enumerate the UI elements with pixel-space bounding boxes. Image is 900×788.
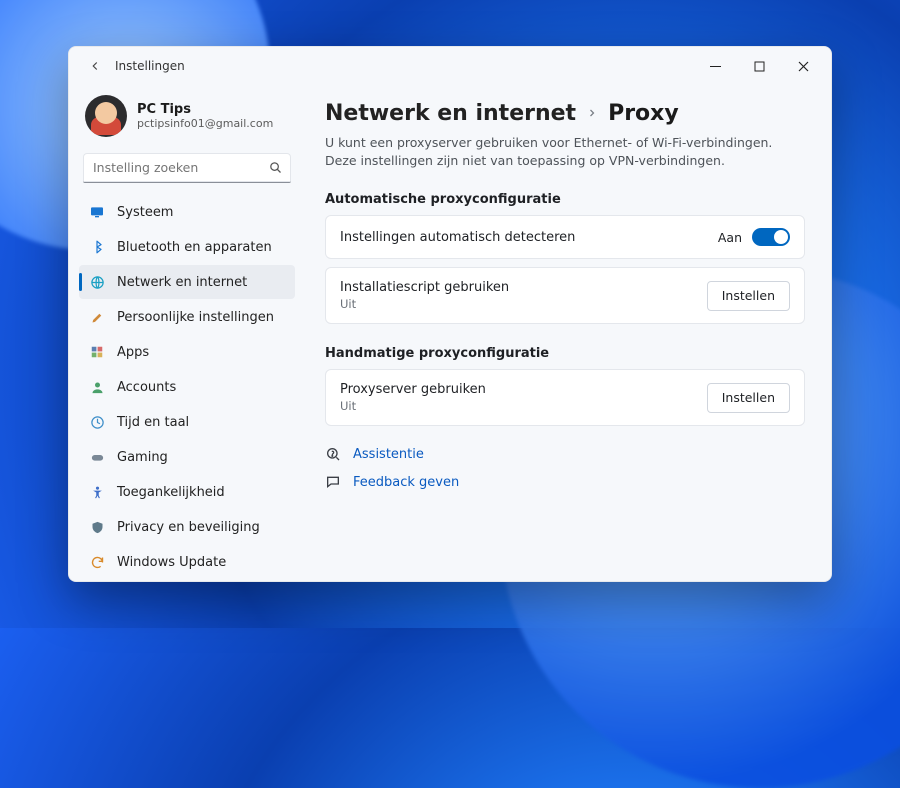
card-title: Installatiescript gebruiken xyxy=(340,280,509,295)
network-icon xyxy=(89,274,105,290)
help-link-label: Assistentie xyxy=(353,447,424,462)
sidebar-item-label: Systeem xyxy=(117,205,173,220)
sidebar: PC Tips pctipsinfo01@gmail.com Systeem B… xyxy=(69,85,305,581)
back-button[interactable] xyxy=(81,52,109,80)
manual-proxy-button[interactable]: Instellen xyxy=(707,383,790,413)
sidebar-item-accounts[interactable]: Accounts xyxy=(79,370,295,404)
bluetooth-icon xyxy=(89,239,105,255)
search-input[interactable] xyxy=(83,153,291,183)
window-title: Instellingen xyxy=(115,59,185,73)
feedback-icon xyxy=(325,474,341,490)
setup-script-button[interactable]: Instellen xyxy=(707,281,790,311)
card-title: Instellingen automatisch detecteren xyxy=(340,230,575,245)
profile-name: PC Tips xyxy=(137,102,273,117)
search-icon xyxy=(268,160,283,179)
card-state: Uit xyxy=(340,399,486,413)
sidebar-item-label: Persoonlijke instellingen xyxy=(117,310,274,325)
feedback-link[interactable]: Feedback geven xyxy=(325,474,805,490)
titlebar: Instellingen xyxy=(69,47,831,85)
accessibility-icon xyxy=(89,484,105,500)
sidebar-item-privacy[interactable]: Privacy en beveiliging xyxy=(79,510,295,544)
profile-email: pctipsinfo01@gmail.com xyxy=(137,117,273,130)
sidebar-item-system[interactable]: Systeem xyxy=(79,195,295,229)
breadcrumb-parent[interactable]: Netwerk en internet xyxy=(325,101,576,126)
profile-block[interactable]: PC Tips pctipsinfo01@gmail.com xyxy=(79,89,295,151)
avatar xyxy=(85,95,127,137)
card-manual-proxy: Proxyserver gebruiken Uit Instellen xyxy=(325,369,805,426)
person-icon xyxy=(89,379,105,395)
auto-detect-toggle[interactable] xyxy=(752,228,790,246)
feedback-link-label: Feedback geven xyxy=(353,475,459,490)
sidebar-item-label: Toegankelijkheid xyxy=(117,485,225,500)
sidebar-item-label: Netwerk en internet xyxy=(117,275,247,290)
sidebar-item-apps[interactable]: Apps xyxy=(79,335,295,369)
breadcrumb-leaf: Proxy xyxy=(608,101,679,126)
card-auto-detect: Instellingen automatisch detecteren Aan xyxy=(325,215,805,259)
sidebar-item-label: Privacy en beveiliging xyxy=(117,520,260,535)
sidebar-item-label: Accounts xyxy=(117,380,176,395)
sidebar-item-personalization[interactable]: Persoonlijke instellingen xyxy=(79,300,295,334)
sidebar-item-network[interactable]: Netwerk en internet xyxy=(79,265,295,299)
card-title: Proxyserver gebruiken xyxy=(340,382,486,397)
sidebar-item-time-language[interactable]: Tijd en taal xyxy=(79,405,295,439)
sidebar-item-label: Tijd en taal xyxy=(117,415,189,430)
sidebar-item-gaming[interactable]: Gaming xyxy=(79,440,295,474)
section-manual-heading: Handmatige proxyconfiguratie xyxy=(325,346,805,361)
clock-globe-icon xyxy=(89,414,105,430)
help-link[interactable]: Assistentie xyxy=(325,446,805,462)
sidebar-item-label: Bluetooth en apparaten xyxy=(117,240,272,255)
sidebar-item-bluetooth[interactable]: Bluetooth en apparaten xyxy=(79,230,295,264)
display-icon xyxy=(89,204,105,220)
card-setup-script: Installatiescript gebruiken Uit Instelle… xyxy=(325,267,805,324)
settings-window: Instellingen PC Tips pctipsinfo01@gmail.… xyxy=(68,46,832,582)
page-subtitle: U kunt een proxyserver gebruiken voor Et… xyxy=(325,134,805,170)
content-area: Netwerk en internet Proxy U kunt een pro… xyxy=(305,85,831,581)
sidebar-item-label: Windows Update xyxy=(117,555,226,570)
minimize-button[interactable] xyxy=(693,51,737,81)
maximize-button[interactable] xyxy=(737,51,781,81)
nav-list: Systeem Bluetooth en apparaten Netwerk e… xyxy=(79,195,295,579)
apps-icon xyxy=(89,344,105,360)
chevron-right-icon xyxy=(586,104,598,123)
help-icon xyxy=(325,446,341,462)
sidebar-item-windows-update[interactable]: Windows Update xyxy=(79,545,295,579)
gaming-icon xyxy=(89,449,105,465)
sidebar-item-accessibility[interactable]: Toegankelijkheid xyxy=(79,475,295,509)
breadcrumb: Netwerk en internet Proxy xyxy=(325,101,805,126)
toggle-state-label: Aan xyxy=(718,230,742,245)
sidebar-item-label: Gaming xyxy=(117,450,168,465)
section-auto-heading: Automatische proxyconfiguratie xyxy=(325,192,805,207)
sidebar-item-label: Apps xyxy=(117,345,149,360)
footer-links: Assistentie Feedback geven xyxy=(325,446,805,490)
update-icon xyxy=(89,554,105,570)
close-button[interactable] xyxy=(781,51,825,81)
paintbrush-icon xyxy=(89,309,105,325)
search-box xyxy=(83,153,291,183)
card-state: Uit xyxy=(340,297,509,311)
shield-icon xyxy=(89,519,105,535)
